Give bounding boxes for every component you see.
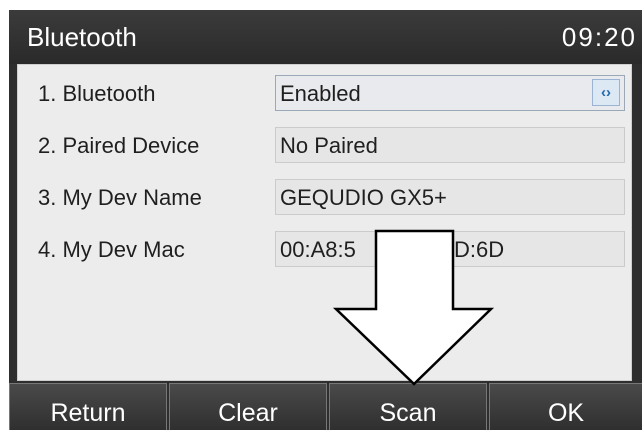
paired-device-field[interactable]: No Paired bbox=[275, 127, 625, 163]
screen-title: Bluetooth bbox=[27, 22, 137, 52]
title-bar: Bluetooth 09:20 bbox=[9, 10, 642, 64]
paired-device-value: No Paired bbox=[280, 133, 378, 158]
dev-name-label: 3. My Dev Name bbox=[38, 185, 202, 210]
softkey-bar: Return Clear Scan OK bbox=[9, 383, 642, 430]
dev-mac-value: 00:A8:5 bbox=[280, 237, 356, 262]
dev-mac-row[interactable]: 4. My Dev Mac 00:A8:5 D:6D bbox=[18, 225, 631, 273]
dev-mac-label: 4. My Dev Mac bbox=[38, 237, 185, 262]
bluetooth-value: Enabled bbox=[280, 81, 361, 106]
clear-button[interactable]: Clear bbox=[169, 383, 327, 430]
clock: 09:20 bbox=[561, 22, 637, 52]
paired-device-row[interactable]: 2. Paired Device No Paired bbox=[18, 121, 631, 169]
dev-mac-value-tail: D:6D bbox=[454, 237, 505, 262]
bluetooth-label: 1. Bluetooth bbox=[38, 81, 156, 106]
dev-name-value: GEQUDIO GX5+ bbox=[280, 185, 447, 210]
dev-mac-field[interactable]: 00:A8:5 D:6D bbox=[275, 231, 625, 267]
phone-screen: Bluetooth 09:20 1. Bluetooth Enabled ‹› … bbox=[9, 10, 642, 430]
return-button[interactable]: Return bbox=[9, 383, 167, 430]
bluetooth-row[interactable]: 1. Bluetooth Enabled ‹› bbox=[18, 69, 631, 117]
left-right-arrows-icon[interactable]: ‹› bbox=[592, 79, 620, 106]
dev-name-row[interactable]: 3. My Dev Name GEQUDIO GX5+ bbox=[18, 173, 631, 221]
paired-device-label: 2. Paired Device bbox=[38, 133, 200, 158]
dev-name-field[interactable]: GEQUDIO GX5+ bbox=[275, 179, 625, 215]
ok-button[interactable]: OK bbox=[489, 383, 642, 430]
bluetooth-select[interactable]: Enabled ‹› bbox=[275, 75, 625, 111]
settings-panel: 1. Bluetooth Enabled ‹› 2. Paired Device… bbox=[17, 64, 632, 381]
scan-button[interactable]: Scan bbox=[329, 383, 487, 430]
